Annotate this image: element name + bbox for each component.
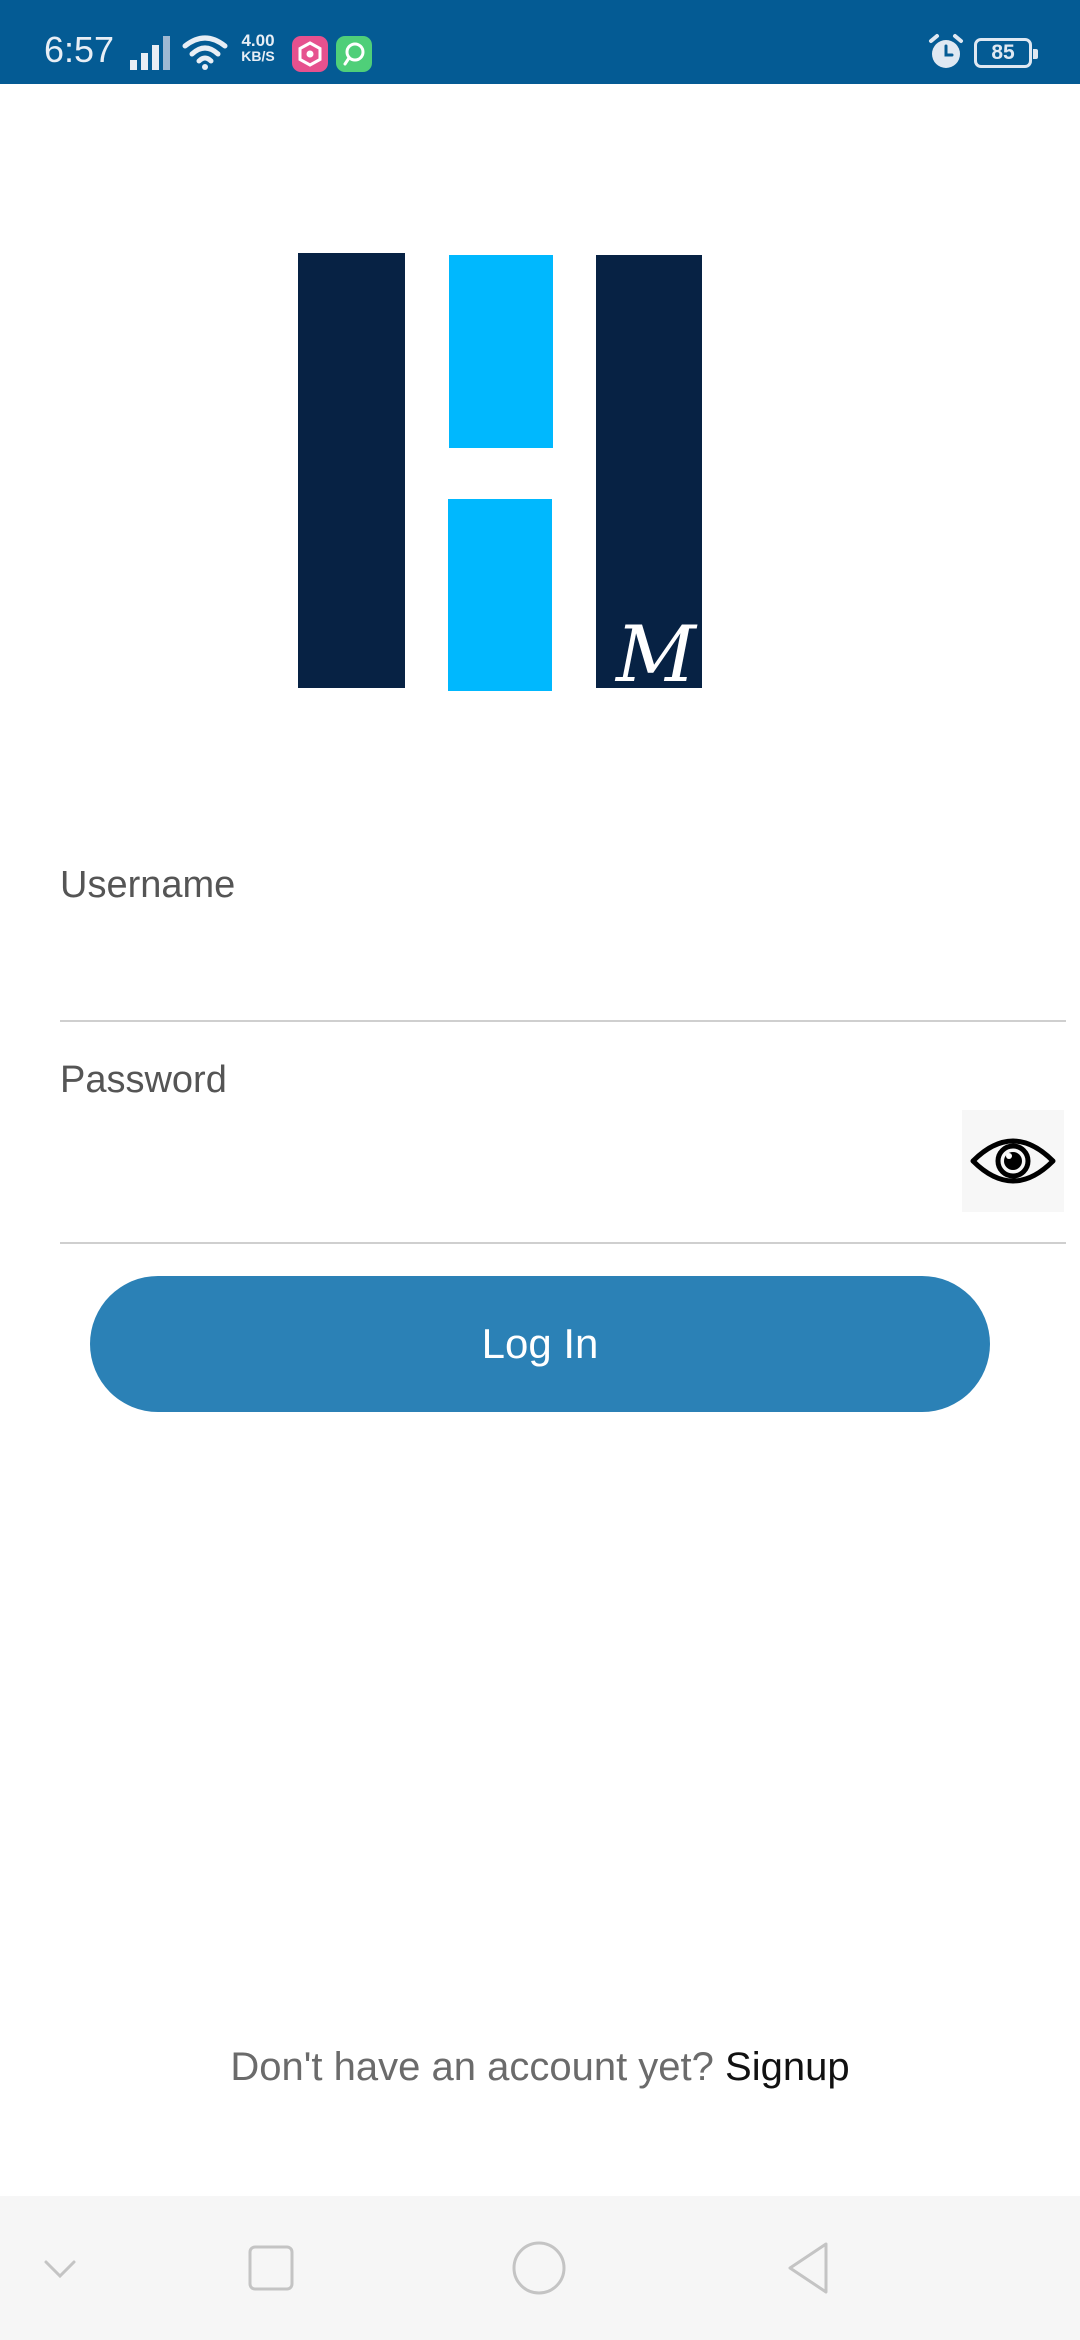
net-speed-value: 4.00 — [241, 31, 275, 50]
net-speed-unit: KB/S — [241, 48, 275, 64]
password-underline — [60, 1242, 1066, 1244]
password-label: Password — [60, 1059, 227, 1101]
username-input[interactable] — [60, 950, 1066, 1010]
alarm-icon — [929, 34, 963, 68]
logo-signature: M — [614, 610, 698, 691]
username-underline — [60, 1020, 1066, 1022]
password-visibility-toggle[interactable] — [962, 1110, 1064, 1212]
battery-icon: 85 — [974, 38, 1038, 68]
password-input[interactable] — [60, 1130, 960, 1190]
home-circle-icon[interactable] — [511, 2240, 567, 2296]
app-notification-icon — [336, 36, 372, 72]
username-label: Username — [60, 864, 236, 906]
signup-link[interactable]: Signup — [725, 2045, 850, 2089]
signup-prompt: Don't have an account yet? — [230, 2045, 726, 2089]
signup-row: Don't have an account yet? Signup — [0, 2045, 1080, 2090]
back-triangle-icon[interactable] — [782, 2240, 838, 2296]
recents-square-icon[interactable] — [243, 2240, 299, 2296]
wifi-icon — [182, 35, 228, 70]
navigation-bar — [0, 2196, 1080, 2340]
status-time: 6:57 — [44, 29, 115, 70]
net-speed: 4.00 KB/S — [236, 32, 280, 64]
chevron-down-icon[interactable] — [32, 2240, 88, 2296]
app-notification-icon — [292, 36, 328, 72]
eye-icon — [970, 1138, 1056, 1184]
app-logo: M — [298, 253, 702, 691]
login-button[interactable]: Log In — [90, 1276, 990, 1412]
signal-icon — [130, 36, 170, 70]
status-bar: 6:57 4.00 KB/S 85 — [0, 0, 1080, 84]
